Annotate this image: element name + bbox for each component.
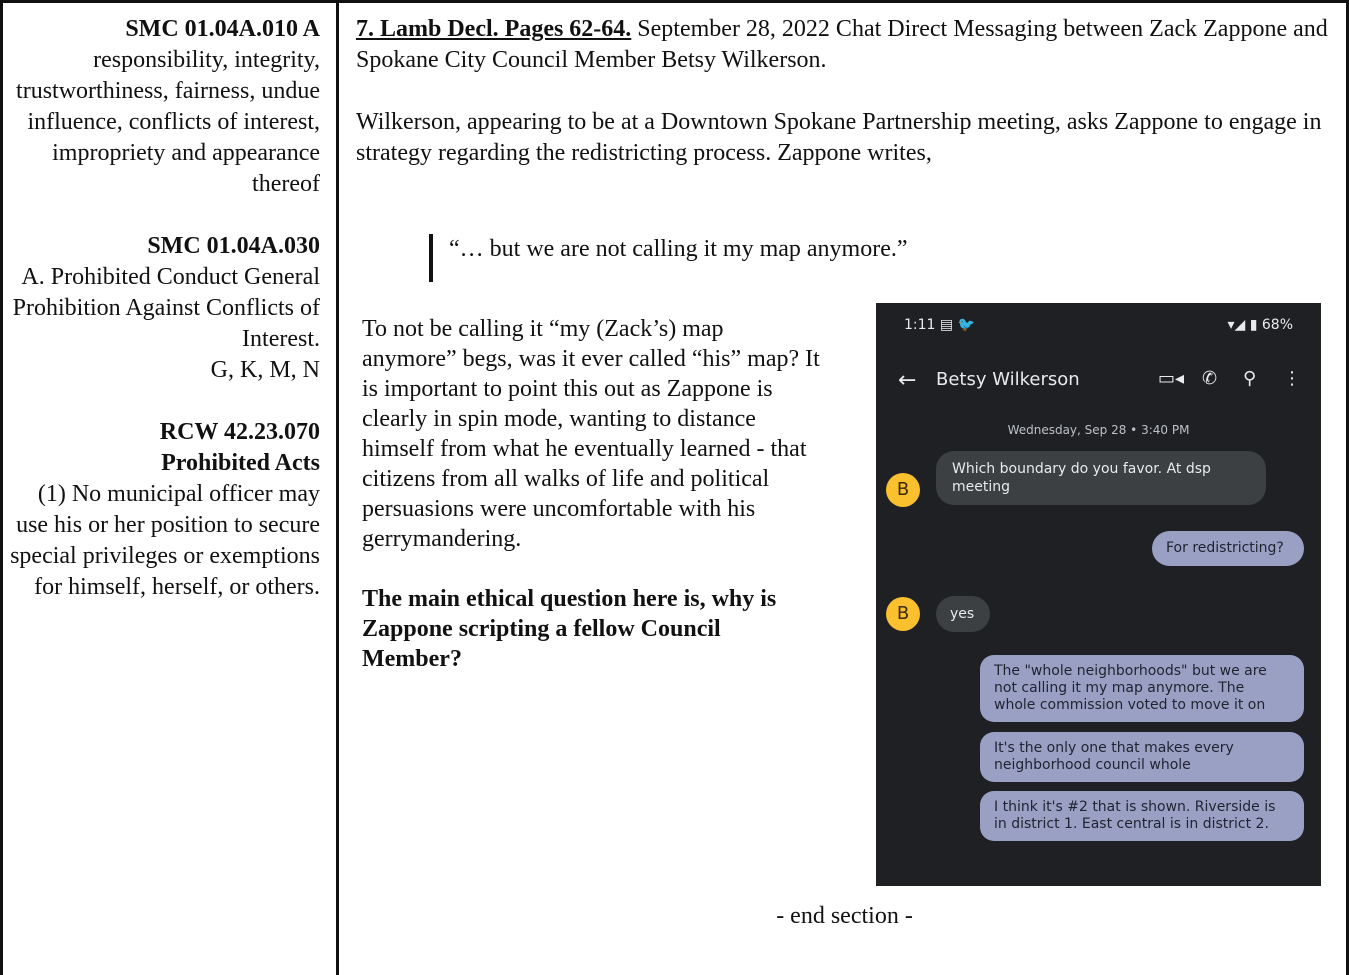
quote-text: “… but we are not calling it my map anym… xyxy=(449,236,908,262)
section-heading: 7. Lamb Decl. Pages 62-64. xyxy=(356,16,632,42)
status-right: ▾◢ ▮ 68% xyxy=(1227,317,1293,333)
citation-smc-010: SMC 01.04A.010 A responsibility, integri… xyxy=(6,14,320,200)
chat-toolbar: ← Betsy Wilkerson ▭◂ ✆ ⚲ ⋮ xyxy=(876,358,1321,406)
notification-icons: ▤ 🐦 xyxy=(939,317,976,333)
chat-date: Wednesday, Sep 28 • 3:40 PM xyxy=(1007,423,1190,437)
analysis-paragraph: To not be calling it “my (Zack’s) map an… xyxy=(362,316,820,552)
message-bubble: yes xyxy=(936,596,990,632)
message-bubble: I think it's #2 that is shown. Riverside… xyxy=(980,791,1304,841)
chat-screenshot: 1:11 ▤ 🐦 ▾◢ ▮ 68% ← Betsy Wilkerson ▭◂ ✆… xyxy=(876,303,1321,886)
back-arrow-icon[interactable]: ← xyxy=(898,368,916,393)
avatar: B xyxy=(886,597,920,631)
avatar: B xyxy=(886,473,920,507)
more-icon[interactable]: ⋮ xyxy=(1283,368,1301,389)
battery-level: 68% xyxy=(1261,317,1293,333)
citation-title: SMC 01.04A.030 xyxy=(147,233,320,259)
citation-title: SMC 01.04A.010 A xyxy=(125,16,320,42)
search-icon[interactable]: ⚲ xyxy=(1243,368,1256,389)
context-paragraph: Wilkerson, appearing to be at a Downtown… xyxy=(356,109,1322,166)
phone-icon[interactable]: ✆ xyxy=(1202,368,1217,389)
citation-subsections: G, K, M, N xyxy=(210,357,320,383)
section-intro: 7. Lamb Decl. Pages 62-64. September 28,… xyxy=(356,14,1336,76)
column-divider xyxy=(336,0,339,975)
top-rule xyxy=(0,0,1349,3)
message-bubble: For redistricting? xyxy=(1152,531,1304,566)
citation-subtitle: Prohibited Acts xyxy=(161,450,320,476)
citation-text: (1) No municipal officer may use his or … xyxy=(10,481,320,600)
citation-title: RCW 42.23.070 xyxy=(159,419,320,445)
citation-text: responsibility, integrity, trustworthine… xyxy=(16,47,320,197)
battery-icon: ▮ xyxy=(1249,317,1258,333)
message-bubble: Which boundary do you favor. At dsp meet… xyxy=(936,451,1266,505)
citation-rcw: RCW 42.23.070 Prohibited Acts (1) No mun… xyxy=(6,417,320,603)
block-quote: “… but we are not calling it my map anym… xyxy=(429,234,908,282)
left-rule xyxy=(0,0,3,975)
ethical-question: The main ethical question here is, why i… xyxy=(362,586,777,672)
main-content: 7. Lamb Decl. Pages 62-64. September 28,… xyxy=(356,14,1336,169)
citation-text: A. Prohibited Conduct General Prohibitio… xyxy=(12,264,320,352)
citation-column: SMC 01.04A.010 A responsibility, integri… xyxy=(6,14,320,634)
citation-smc-030: SMC 01.04A.030 A. Prohibited Conduct Gen… xyxy=(6,231,320,386)
video-icon[interactable]: ▭◂ xyxy=(1158,368,1184,389)
signal-icon: ◢ xyxy=(1234,317,1246,333)
message-bubble: It's the only one that makes every neigh… xyxy=(980,732,1304,782)
contact-name: Betsy Wilkerson xyxy=(936,369,1080,390)
analysis-column: To not be calling it “my (Zack’s) map an… xyxy=(362,314,822,704)
end-section: - end section - xyxy=(0,903,1349,930)
end-section-text: - end section - xyxy=(776,903,913,929)
status-time: 1:11 ▤ 🐦 xyxy=(904,317,976,333)
message-bubble: The "whole neighborhoods" but we are not… xyxy=(980,655,1304,722)
